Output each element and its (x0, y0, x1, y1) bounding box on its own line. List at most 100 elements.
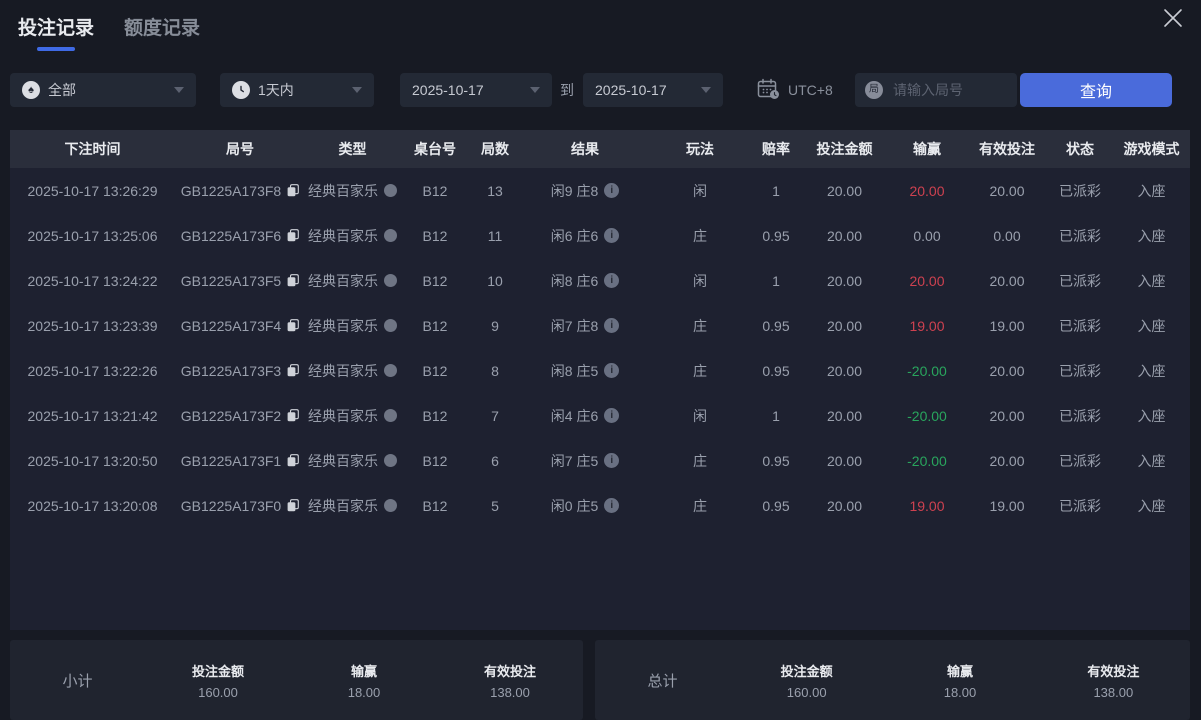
bet-time-cell: 2025-10-17 13:26:29 (27, 182, 158, 199)
round-search-input[interactable] (891, 81, 1007, 99)
copy-icon[interactable] (287, 319, 300, 332)
round-id-text: GB1225A173F1 (180, 452, 282, 469)
game-type-cell: 经典百家乐 (305, 496, 400, 516)
round-id-cell: GB1225A173F5 (175, 273, 305, 289)
bet-amount-cell: 20.00 (826, 497, 863, 514)
chevron-down-icon (174, 87, 184, 93)
game-count-cell: 11 (487, 227, 503, 244)
game-type-dropdown[interactable]: ♠ 全部 (10, 73, 196, 107)
info-icon[interactable]: i (604, 273, 620, 288)
tab-bet-records[interactable]: 投注记录 (18, 13, 94, 51)
col-header-table-no: 桌台号 (414, 141, 456, 157)
table-no-cell: B12 (422, 497, 448, 514)
date-from-dropdown[interactable]: 2025-10-17 (400, 73, 552, 107)
result-cell: 闲0 庄5 i (520, 496, 650, 516)
subtotal-bet-amount: 投注金额 160.00 (191, 663, 244, 700)
date-to-label: 到 (560, 82, 574, 98)
time-range-dropdown[interactable]: 1天内 (220, 73, 374, 107)
odds-cell: 0.95 (762, 497, 790, 514)
game-mode-cell: 入座 (1137, 182, 1166, 199)
game-type-cell: 经典百家乐 (305, 316, 400, 336)
result-text: 闲6 庄6 (550, 227, 599, 244)
winloss-cell: 20.00 (909, 182, 945, 199)
odds-cell: 1 (772, 407, 780, 424)
copy-icon[interactable] (287, 454, 300, 467)
game-type-cell: 经典百家乐 (305, 451, 400, 471)
result-cell: 闲6 庄6 i (520, 226, 650, 246)
game-mode-cell: 入座 (1137, 272, 1166, 289)
status-cell: 已派彩 (1059, 362, 1101, 379)
col-header-game-count: 局数 (481, 141, 509, 157)
search-button[interactable]: 查询 (1020, 73, 1172, 107)
winloss-cell: -20.00 (907, 452, 947, 469)
game-count-cell: 6 (491, 452, 499, 469)
close-icon[interactable] (1161, 6, 1185, 30)
bet-time-cell: 2025-10-17 13:20:08 (27, 497, 158, 514)
tab-quota-records[interactable]: 额度记录 (124, 13, 200, 51)
video-dot-icon (384, 184, 397, 197)
date-to-dropdown[interactable]: 2025-10-17 (583, 73, 723, 107)
game-count-cell: 7 (491, 407, 499, 424)
status-cell: 已派彩 (1059, 317, 1101, 334)
total-valid-bet: 有效投注 138.00 (1087, 663, 1140, 700)
round-id-cell: GB1225A173F0 (175, 498, 305, 514)
video-dot-icon (384, 364, 397, 377)
game-mode-cell: 入座 (1137, 452, 1166, 469)
table-header-row: 下注时间 局号 类型 桌台号 局数 结果 玩法 赔率 投注金额 输赢 有效投注 … (10, 130, 1190, 168)
game-count-cell: 13 (487, 182, 503, 199)
bet-amount-cell: 20.00 (826, 362, 863, 379)
odds-cell: 1 (772, 182, 780, 199)
result-cell: 闲7 庄5 i (520, 451, 650, 471)
info-icon[interactable]: i (604, 453, 620, 468)
info-icon[interactable]: i (604, 408, 620, 423)
total-box: 总计 投注金额 160.00 输赢 18.00 有效投注 138.00 (595, 640, 1190, 720)
game-type-text: 经典百家乐 (308, 227, 378, 244)
copy-icon[interactable] (287, 274, 300, 287)
copy-icon[interactable] (287, 184, 300, 197)
valid-bet-cell: 0.00 (993, 227, 1021, 244)
game-count-cell: 5 (491, 497, 499, 514)
play-cell: 闲 (693, 272, 707, 289)
col-header-winloss: 输赢 (913, 141, 941, 157)
result-text: 闲8 庄5 (550, 362, 599, 379)
info-icon[interactable]: i (604, 498, 620, 513)
table-row: 2025-10-17 13:21:42 GB1225A173F2 经典百家乐 B… (10, 393, 1190, 438)
status-cell: 已派彩 (1059, 182, 1101, 199)
valid-bet-cell: 19.00 (989, 317, 1025, 334)
play-cell: 庄 (693, 317, 707, 334)
status-cell: 已派彩 (1059, 407, 1101, 424)
play-cell: 庄 (693, 362, 707, 379)
info-icon[interactable]: i (604, 318, 620, 333)
valid-bet-cell: 20.00 (989, 272, 1025, 289)
result-cell: 闲7 庄8 i (520, 316, 650, 336)
bet-amount-cell: 20.00 (826, 227, 863, 244)
bet-amount-cell: 20.00 (826, 452, 863, 469)
copy-icon[interactable] (287, 229, 300, 242)
bet-time-cell: 2025-10-17 13:20:50 (27, 452, 158, 469)
odds-cell: 0.95 (762, 317, 790, 334)
game-type-text: 经典百家乐 (308, 182, 378, 199)
game-type-text: 经典百家乐 (308, 317, 378, 334)
info-icon[interactable]: i (604, 183, 620, 198)
tab-label: 额度记录 (124, 18, 201, 39)
valid-bet-cell: 19.00 (989, 497, 1025, 514)
info-icon[interactable]: i (604, 363, 620, 378)
round-id-cell: GB1225A173F3 (175, 363, 305, 379)
valid-bet-cell: 20.00 (989, 452, 1025, 469)
bet-amount-cell: 20.00 (826, 317, 863, 334)
timezone-value: UTC+8 (788, 82, 833, 98)
col-header-odds: 赔率 (762, 141, 790, 157)
copy-icon[interactable] (287, 409, 300, 422)
table-no-cell: B12 (422, 452, 448, 469)
odds-cell: 0.95 (762, 452, 790, 469)
table-no-cell: B12 (422, 407, 448, 424)
play-cell: 庄 (693, 227, 707, 244)
valid-bet-cell: 20.00 (989, 407, 1025, 424)
copy-icon[interactable] (287, 364, 300, 377)
video-dot-icon (384, 274, 397, 287)
round-id-text: GB1225A173F8 (180, 182, 282, 199)
info-icon[interactable]: i (604, 228, 620, 243)
table-row: 2025-10-17 13:22:26 GB1225A173F3 经典百家乐 B… (10, 348, 1190, 393)
winloss-cell: 0.00 (913, 227, 941, 244)
copy-icon[interactable] (287, 499, 300, 512)
